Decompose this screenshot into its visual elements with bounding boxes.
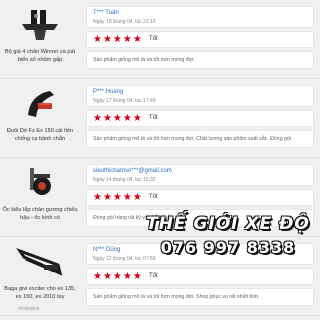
review-comment: Sản phẩm giống mô tả và tốt hơn mong đợi… <box>93 136 291 142</box>
product-thumbnail-bolt[interactable] <box>14 164 66 202</box>
product-link[interactable]: Đuôi Dè Fz Ex 150 cải tiến chống cạ bánh… <box>0 79 80 157</box>
product-name[interactable]: Bộ giá 4 chân Winner và pát biển số nhôm… <box>2 48 78 64</box>
product-link[interactable]: Bộ giá 4 chân Winner và pát biển số nhôm… <box>0 0 80 78</box>
reviewer-name: T*** Tuấn <box>93 10 119 16</box>
review-date: Ngày 14 tháng 04, lúc 15:32 <box>93 177 156 183</box>
rating-box: ★★★★★ Tốt <box>86 268 314 285</box>
comment-box: Sản phẩm giống mô tả và tốt hơn mong đợi… <box>86 288 314 306</box>
reviewer-name: sieuthichamso***@gmail.com <box>93 168 172 174</box>
reviewer-box: sieuthichamso***@gmail.com Ngày 14 tháng… <box>86 164 314 186</box>
rating-box: ★★★★★ Tốt <box>86 110 314 127</box>
review-item: Ốc kiểu lắp chân gương chiếu hậu - ốc kí… <box>0 158 320 237</box>
reviewer-name: P*** Hoàng <box>93 89 124 95</box>
comment-box: Đóng gói hàng rất kỹ và chắc chắn <box>86 209 314 227</box>
reviewer-box: P*** Hoàng Ngày 17 tháng 04, lúc 17:49 <box>86 85 314 107</box>
reviewer-box: N*** Dũng Ngày 12 tháng 04, lúc 07:59 <box>86 243 314 265</box>
rating-label: Tốt <box>149 194 158 200</box>
review-item: Bộ giá 4 chân Winner và pát biển số nhôm… <box>0 0 320 79</box>
review-item: Đuôi Dè Fz Ex 150 cải tiến chống cạ bánh… <box>0 79 320 158</box>
review-comment: Đóng gói hàng rất kỹ và chắc chắn <box>93 215 173 221</box>
product-thumbnail-rack[interactable] <box>14 243 66 281</box>
rating-label: Tốt <box>149 273 158 279</box>
rating-box: ★★★★★ Tốt <box>86 31 314 48</box>
star-rating: ★★★★★ <box>93 34 143 45</box>
rating-box: ★★★★★ Tốt <box>86 189 314 206</box>
product-thumbnail-bracket[interactable] <box>14 6 66 44</box>
review-comment: Sản phẩm giống mô tả và tốt hơn mong đợi… <box>93 294 260 300</box>
product-name[interactable]: Đuôi Dè Fz Ex 150 cải tiến chống cạ bánh… <box>2 127 78 143</box>
star-rating: ★★★★★ <box>93 192 143 203</box>
product-name[interactable]: Baga givi exciter cho ex 135, ex 150, ex… <box>2 285 78 301</box>
product-link[interactable]: Baga givi exciter cho ex 135, ex 150, ex… <box>0 237 80 315</box>
product-thumbnail-fender[interactable] <box>14 85 66 123</box>
comment-box: Sản phẩm giống mô tả và tốt hơn mong đợi… <box>86 130 314 148</box>
rating-label: Tốt <box>149 36 158 42</box>
star-rating: ★★★★★ <box>93 271 143 282</box>
star-rating: ★★★★★ <box>93 113 143 124</box>
review-date: Ngày 18 tháng 04, lúc 22:16 <box>93 19 156 25</box>
review-comment: Sản phẩm giống mô tả và tốt hơn mong đợi… <box>93 57 195 63</box>
product-link[interactable]: Ốc kiểu lắp chân gương chiếu hậu - ốc kí… <box>0 158 80 236</box>
review-date: Ngày 12 tháng 04, lúc 07:59 <box>93 256 156 262</box>
reviewer-box: T*** Tuấn Ngày 18 tháng 04, lúc 22:16 <box>86 6 314 28</box>
faint-watermark: shshopvn <box>18 306 40 312</box>
comment-box: Sản phẩm giống mô tả và tốt hơn mong đợi… <box>86 51 314 69</box>
product-name[interactable]: Ốc kiểu lắp chân gương chiếu hậu - ốc kí… <box>2 206 78 222</box>
review-date: Ngày 17 tháng 04, lúc 17:49 <box>93 98 156 104</box>
reviewer-name: N*** Dũng <box>93 247 121 253</box>
rating-label: Tốt <box>149 115 158 121</box>
review-item: Baga givi exciter cho ex 135, ex 150, ex… <box>0 237 320 316</box>
